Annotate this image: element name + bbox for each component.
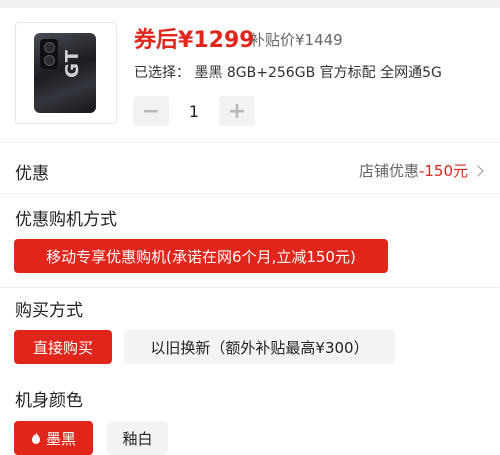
- coupon-type: 店铺优惠: [358, 162, 419, 180]
- purchase-method-option[interactable]: 移动专享优惠购机(承诺在网6个月,立减150元): [14, 239, 388, 273]
- coupon-price-label: 券后: [134, 28, 179, 53]
- flame-icon: [31, 431, 40, 444]
- buy-type-title: 购买方式: [15, 301, 83, 321]
- subsidy-price: 补贴价¥1449: [250, 31, 343, 49]
- coupon-price-value: ¥1299: [178, 28, 255, 53]
- quantity-stepper: − 1 +: [133, 96, 255, 126]
- plus-icon: +: [227, 98, 247, 124]
- color-option-white[interactable]: 釉白: [107, 421, 168, 455]
- divider: [0, 287, 500, 288]
- gt-badge: GT: [61, 49, 83, 78]
- color-option-black[interactable]: 墨黑: [14, 421, 93, 455]
- buy-type-trade-in[interactable]: 以旧换新（额外补贴最高¥300）: [124, 330, 395, 364]
- minus-icon: −: [141, 98, 161, 124]
- divider: [0, 193, 500, 194]
- chevron-right-icon: [472, 164, 484, 177]
- phone-image: GT: [34, 33, 96, 113]
- coupon-row-detail[interactable]: 店铺优惠 -150元: [358, 160, 484, 181]
- color-option-black-label: 墨黑: [45, 429, 76, 448]
- top-strip: [0, 0, 500, 8]
- selected-spec: 已选择： 墨黑 8GB+256GB 官方标配 全网通5G: [134, 62, 442, 82]
- decrement-button[interactable]: −: [133, 96, 169, 126]
- coupon-amount: -150元: [418, 162, 468, 180]
- coupon-row-label: 优惠: [15, 164, 49, 184]
- camera-module-icon: [40, 39, 58, 69]
- purchase-method-title: 优惠购机方式: [15, 210, 117, 230]
- increment-button[interactable]: +: [219, 96, 255, 126]
- selected-spec-value: 墨黑 8GB+256GB 官方标配 全网通5G: [194, 65, 442, 81]
- color-title: 机身颜色: [15, 391, 83, 411]
- buy-type-direct[interactable]: 直接购买: [14, 330, 112, 364]
- product-thumbnail[interactable]: GT: [15, 22, 117, 124]
- coupon-price: 券后¥1299: [134, 22, 255, 54]
- divider: [0, 142, 500, 143]
- selected-spec-label: 已选择：: [134, 65, 190, 81]
- quantity-value[interactable]: 1: [169, 102, 219, 121]
